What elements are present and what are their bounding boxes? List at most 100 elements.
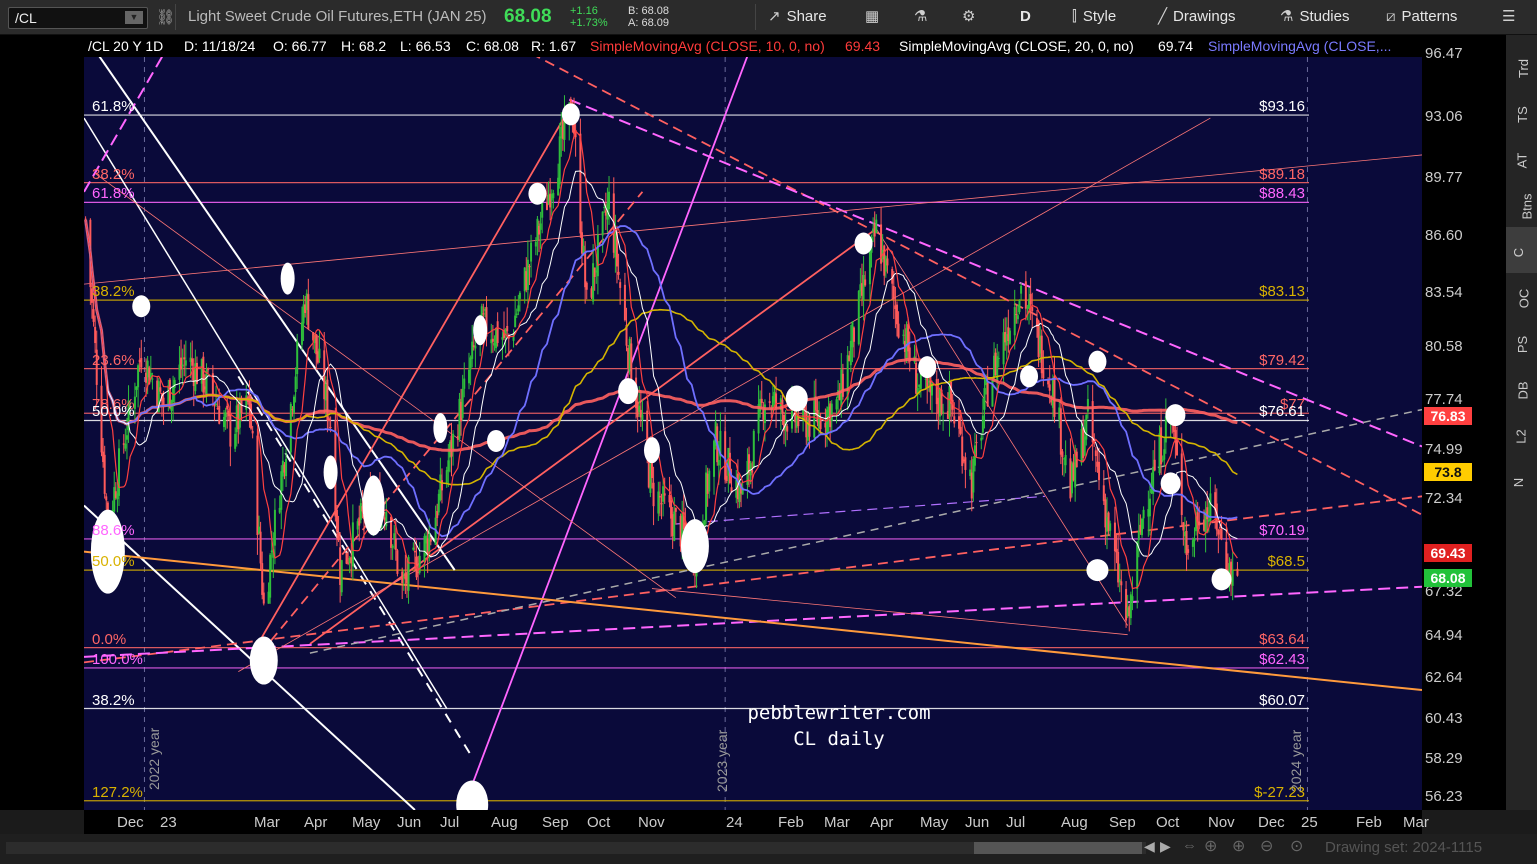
candle-body: [1113, 522, 1116, 552]
pivot-marker: [528, 182, 547, 205]
candle-body: [1024, 281, 1027, 309]
symbol-selector[interactable]: /CL ▼: [8, 7, 148, 29]
bid-price: B: 68.08: [628, 5, 669, 17]
symbol-text: /CL: [15, 10, 37, 26]
candle-body: [1086, 398, 1089, 412]
menu-icon: ☰: [1502, 8, 1516, 25]
chart-area[interactable]: [84, 35, 1422, 810]
candle-body: [797, 417, 800, 427]
candle-body: [1153, 459, 1156, 471]
candle-body: [708, 470, 711, 492]
scrollbar-thumb[interactable]: [974, 842, 1142, 854]
menu-button[interactable]: ☰: [1502, 6, 1521, 28]
sidebar-item-l2[interactable]: L2: [1506, 411, 1537, 457]
price-box: 73.8: [1424, 463, 1472, 482]
candle-body: [875, 219, 878, 234]
sma20-value: 69.74: [1158, 38, 1194, 54]
candle-body: [447, 460, 450, 472]
sma10-value: 69.43: [845, 38, 881, 54]
zoom-out-icon[interactable]: ⊖: [1260, 836, 1273, 856]
share-button[interactable]: ↗ Share: [768, 6, 827, 28]
sidebar-item-db[interactable]: DB: [1506, 365, 1537, 411]
candle-body: [1040, 335, 1043, 374]
candle-body: [526, 259, 529, 291]
candle-body: [124, 443, 127, 449]
candle-body: [603, 206, 606, 208]
candle-body: [724, 431, 727, 480]
chevron-down-icon[interactable]: ▼: [125, 11, 143, 24]
price-tick-label: 64.94: [1425, 626, 1463, 644]
candle-body: [340, 560, 343, 593]
time-tick-label: Nov: [1208, 814, 1235, 831]
candle-body: [961, 436, 964, 467]
scroll-right-icon[interactable]: ▶: [1160, 838, 1171, 855]
candle-body: [1160, 427, 1163, 465]
fib-price-label: $93.16: [1259, 98, 1305, 116]
period-selector[interactable]: D: [1020, 6, 1031, 28]
last-price: 68.08: [504, 6, 552, 27]
sidebar-item-n[interactable]: N: [1506, 457, 1537, 503]
price-chart[interactable]: [84, 35, 1422, 810]
net-change: +1.16: [570, 5, 598, 17]
studies-button[interactable]: ⚗ Studies: [1280, 6, 1350, 28]
fib-price-label: $70.19: [1259, 521, 1305, 539]
candle-body: [151, 378, 154, 380]
fib-price-label: $83.13: [1259, 283, 1305, 301]
time-tick-label: 23: [160, 814, 177, 831]
sidebar-item-ts[interactable]: TS: [1506, 89, 1537, 135]
gear-button[interactable]: ⚙: [962, 6, 981, 28]
pivot-marker: [1211, 568, 1232, 591]
candle-body: [641, 414, 644, 420]
candle-body: [429, 539, 432, 542]
candle-body: [1137, 530, 1140, 541]
crosshair-icon[interactable]: ⊕: [1204, 836, 1217, 856]
year-mark-2022: 2022 year: [146, 727, 162, 790]
fib-level-label: 127.2%: [92, 783, 143, 801]
zoom-in-icon[interactable]: ⊕: [1232, 836, 1245, 856]
candle-body: [819, 419, 822, 430]
candle-body: [1131, 596, 1134, 602]
price-tick-label: 93.06: [1425, 107, 1463, 125]
candle-body: [835, 399, 838, 410]
sidebar-item-ps[interactable]: PS: [1506, 319, 1537, 365]
candle-body: [975, 442, 978, 444]
scroll-left-icon[interactable]: ◀: [1144, 838, 1155, 855]
reset-zoom-icon[interactable]: ⊙: [1290, 836, 1303, 856]
candle-body: [1120, 581, 1123, 586]
drawings-button[interactable]: ╱ Drawings: [1158, 6, 1236, 28]
candle-body: [964, 457, 967, 470]
link-icon[interactable]: ⛓: [156, 8, 175, 26]
flask-button[interactable]: ⚗: [914, 6, 933, 28]
expand-icon[interactable]: ⇔: [1182, 837, 1197, 854]
candle-body: [652, 482, 655, 507]
candle-body: [658, 496, 661, 498]
candle-body: [391, 545, 394, 548]
candle-body: [345, 552, 348, 564]
style-button[interactable]: ⫿ Style: [1072, 6, 1116, 28]
candle-body: [482, 313, 485, 315]
price-tick-label: 74.99: [1425, 441, 1463, 459]
price-tick-label: 86.60: [1425, 227, 1463, 245]
pivot-marker: [1086, 559, 1109, 582]
sidebar-item-c[interactable]: C: [1506, 227, 1537, 273]
chart-settings-button[interactable]: ▦: [865, 6, 885, 28]
candle-body: [113, 487, 116, 512]
candle-body: [1163, 449, 1166, 460]
flask-icon: ⚗: [914, 8, 928, 25]
candle-body: [942, 411, 945, 413]
candle-body: [608, 191, 611, 210]
time-tick-label: Apr: [304, 814, 328, 831]
sidebar-item-at[interactable]: AT: [1506, 135, 1537, 181]
candle-body: [259, 531, 262, 564]
candle-body: [514, 315, 517, 328]
candle-body: [440, 480, 443, 491]
ask-price: A: 68.09: [628, 17, 669, 29]
price-tick-label: 60.43: [1425, 710, 1463, 728]
drawing-set-label: Drawing set: 2024-1115: [1325, 839, 1483, 856]
sidebar-item-oc[interactable]: OC: [1506, 273, 1537, 319]
sidebar-item-btns[interactable]: Btns: [1506, 181, 1537, 227]
candle-body: [1029, 294, 1032, 305]
sidebar-item-trd[interactable]: Trd: [1506, 43, 1537, 89]
patterns-button[interactable]: ⧄ Patterns: [1386, 6, 1457, 28]
candle-body: [650, 461, 653, 479]
